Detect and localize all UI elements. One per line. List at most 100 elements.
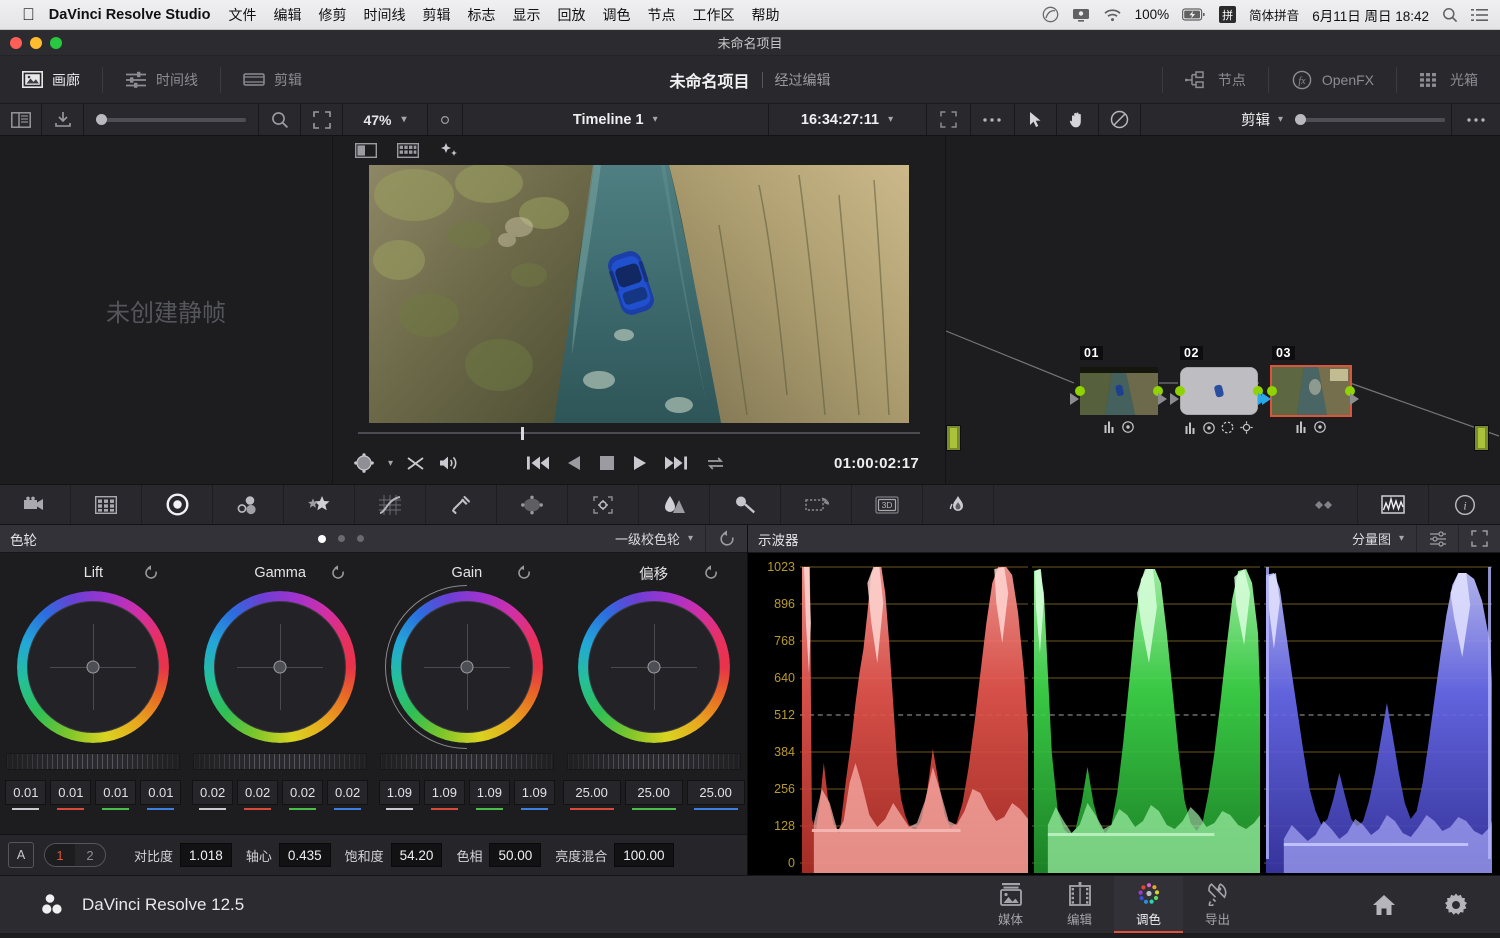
slider-knob[interactable] [96, 114, 107, 125]
value-box[interactable]: 0.01 [5, 780, 47, 810]
expand-icon[interactable] [301, 104, 343, 135]
sizing-icon[interactable] [781, 485, 852, 524]
loop-icon[interactable] [705, 455, 726, 472]
node-01-key-output[interactable] [1158, 393, 1167, 405]
wheel-lift-control[interactable] [17, 591, 170, 743]
param-hue-value[interactable]: 50.00 [489, 843, 542, 867]
wheel-gamma-value-r[interactable]: 0.02 [237, 780, 279, 805]
wheel-gamma-inner[interactable] [214, 601, 347, 733]
wheel-page-dots[interactable] [318, 534, 364, 543]
jump-start-icon[interactable] [527, 455, 550, 471]
key-icon[interactable] [1122, 421, 1134, 433]
value-box[interactable]: 1.09 [513, 780, 555, 810]
toolbar-gallery-button[interactable]: 画廊 [0, 56, 102, 103]
hand-tool-icon[interactable] [1057, 104, 1099, 135]
wheel-gamma-control[interactable] [204, 591, 357, 743]
scope-settings-icon[interactable] [1416, 525, 1458, 552]
toolbar-timeline-button[interactable]: 时间线 [103, 56, 220, 103]
gallery-panel[interactable]: 未创建静帧 [0, 136, 333, 484]
menu-item-workspace[interactable]: 工作区 [692, 5, 734, 25]
wheel-page-selector[interactable]: 1 2 [44, 843, 106, 867]
param-saturation-value[interactable]: 54.20 [390, 843, 443, 867]
image-wipe-icon[interactable] [397, 142, 419, 158]
playhead[interactable] [520, 426, 524, 440]
key-icon[interactable] [1203, 421, 1215, 434]
home-icon[interactable] [1372, 894, 1396, 916]
value-box[interactable]: 25.00 [562, 780, 621, 810]
wheel-gamma-master-slider[interactable] [193, 753, 368, 770]
param-lum-mix-value[interactable]: 100.00 [614, 843, 674, 867]
key-icon[interactable] [710, 485, 781, 524]
value-box[interactable]: 0.02 [192, 780, 234, 810]
menu-item-timeline[interactable]: 时间线 [363, 5, 405, 25]
split-screen-icon[interactable] [355, 142, 377, 158]
control-center-icon[interactable] [1471, 8, 1488, 22]
histogram-icon[interactable] [1104, 421, 1116, 433]
node-03-key-output[interactable] [1350, 393, 1359, 405]
camera-raw-icon[interactable] [0, 485, 71, 524]
minimize-window-button[interactable] [30, 37, 42, 49]
page-dot-3[interactable] [357, 535, 364, 542]
wheel-lift-reset-icon[interactable] [143, 565, 159, 581]
page-button-deliver[interactable]: 导出 [1183, 876, 1252, 933]
stop-icon[interactable] [599, 455, 615, 471]
wheel-gain-master-slider[interactable] [379, 753, 554, 770]
scope-mode-select[interactable]: 分量图 ▾ [1352, 529, 1416, 548]
viewer-fullscreen-icon[interactable] [927, 104, 971, 135]
page-button-media[interactable]: 媒体 [976, 876, 1045, 933]
node-02-key-input[interactable] [1170, 393, 1179, 405]
wheel-lift-value-b[interactable]: 0.01 [140, 780, 182, 805]
menu-item-help[interactable]: 帮助 [751, 5, 779, 25]
wheel-gamma-handle[interactable] [273, 660, 287, 674]
menu-item-trim[interactable]: 修剪 [318, 5, 346, 25]
jump-end-icon[interactable] [665, 455, 688, 471]
shuffle-icon[interactable] [406, 455, 425, 472]
split-view-icon[interactable] [0, 104, 42, 135]
wheel-gamma-value-g[interactable]: 0.02 [282, 780, 324, 805]
wheel-gamma-value-y[interactable]: 0.02 [192, 780, 234, 805]
wheel-offset-value-g[interactable]: 25.00 [624, 780, 683, 805]
color-wheels-icon[interactable] [142, 485, 213, 524]
dropbox-icon[interactable] [1042, 6, 1059, 23]
page-button-edit[interactable]: 编辑 [1045, 876, 1114, 933]
tracker-icon[interactable] [1240, 421, 1253, 434]
page-dot-2[interactable] [338, 535, 345, 542]
viewer-mode-indicator[interactable] [428, 104, 463, 135]
color-wheels-mode-select[interactable]: 一级校色轮 ▾ [615, 529, 705, 548]
value-box[interactable]: 25.00 [686, 780, 745, 810]
node-03-box[interactable] [1262, 365, 1359, 433]
wheel-gain-inner[interactable] [400, 601, 533, 733]
menu-item-nodes[interactable]: 节点 [647, 5, 675, 25]
pointer-tool-icon[interactable] [1015, 104, 1057, 135]
toolbar-nodes-button[interactable]: 节点 [1163, 56, 1268, 103]
auto-balance-button[interactable]: A [8, 842, 34, 868]
source-io-node[interactable] [946, 425, 961, 451]
onscreen-control-icon[interactable] [353, 453, 375, 474]
menu-app-name[interactable]: DaVinci Resolve Studio [49, 7, 211, 23]
node-zoom-slider[interactable] [1295, 114, 1445, 125]
play-icon[interactable] [633, 455, 647, 471]
enhance-icon[interactable] [439, 141, 459, 159]
wifi-icon[interactable] [1103, 8, 1122, 22]
search-icon[interactable] [1442, 7, 1458, 23]
value-box[interactable]: 0.01 [50, 780, 92, 810]
scope-waveform-area[interactable]: 1023 896 768 640 512 384 256 128 0 [748, 553, 1500, 875]
node-01-box[interactable] [1070, 367, 1167, 433]
value-box[interactable]: 0.02 [237, 780, 279, 810]
node-01[interactable]: 01 [1070, 346, 1167, 433]
gallery-size-slider[interactable] [84, 104, 259, 135]
close-window-button[interactable] [10, 37, 22, 49]
wheel-gain-value-y[interactable]: 1.09 [378, 780, 420, 805]
menu-item-clip[interactable]: 剪辑 [422, 5, 450, 25]
param-contrast-value[interactable]: 1.018 [180, 843, 232, 867]
value-box[interactable]: 1.09 [423, 780, 465, 810]
settings-gear-icon[interactable] [1444, 893, 1468, 917]
wheel-gamma-reset-icon[interactable] [330, 565, 346, 581]
viewer-timecode-select[interactable]: 16:34:27:11 ▾ [769, 104, 927, 135]
wheel-lift-inner[interactable] [27, 601, 160, 733]
wheel-gain-control[interactable] [384, 585, 543, 749]
wheel-gamma-value-b[interactable]: 0.02 [327, 780, 369, 805]
color-wheels-reset-button[interactable] [705, 525, 747, 552]
window-icon[interactable] [1221, 421, 1234, 434]
menu-item-color[interactable]: 调色 [602, 5, 630, 25]
